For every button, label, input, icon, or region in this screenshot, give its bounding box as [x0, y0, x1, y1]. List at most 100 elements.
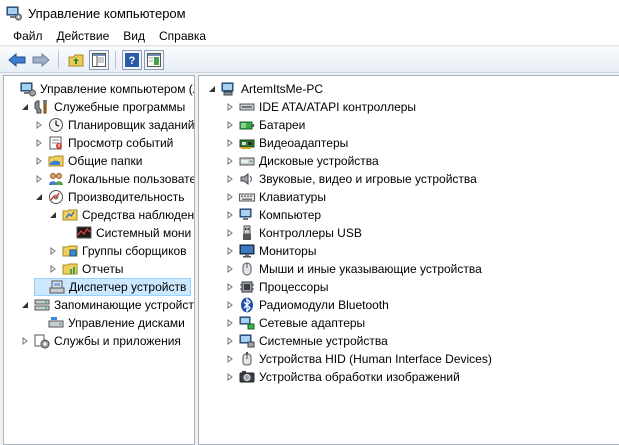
- expand-arrow-icon[interactable]: [225, 228, 235, 238]
- device-category-label: Дисковые устройства: [259, 154, 379, 168]
- tree-node[interactable]: Отчеты: [48, 260, 123, 278]
- services-icon: [34, 334, 50, 349]
- device-category[interactable]: Видеоадаптеры: [225, 134, 348, 152]
- device-category[interactable]: Системные устройства: [225, 332, 388, 350]
- collapse-arrow-icon[interactable]: [207, 84, 217, 94]
- collapse-arrow-icon[interactable]: [34, 192, 44, 202]
- device-category-label: Звуковые, видео и игровые устройства: [259, 172, 477, 186]
- collector-folder-icon: [62, 245, 78, 257]
- tree-node[interactable]: Запоминающие устройст: [20, 296, 194, 314]
- expand-arrow-icon[interactable]: [34, 156, 44, 166]
- svg-text:?: ?: [129, 55, 136, 67]
- collapse-arrow-icon[interactable]: [48, 210, 58, 220]
- tree-node[interactable]: Локальные пользовате: [34, 170, 194, 188]
- device-category[interactable]: Клавиатуры: [225, 188, 326, 206]
- tree-node[interactable]: Системный мони: [62, 224, 191, 242]
- expand-arrow-icon[interactable]: [225, 210, 235, 220]
- tree-node[interactable]: Служебные программы: [20, 98, 185, 116]
- expand-arrow-icon[interactable]: [48, 246, 58, 256]
- device-category[interactable]: Мониторы: [225, 242, 316, 260]
- device-category[interactable]: Устройства HID (Human Interface Devices): [225, 350, 492, 368]
- monitor-tools-icon: [62, 209, 78, 221]
- expand-arrow-icon[interactable]: [225, 336, 235, 346]
- expand-arrow-icon[interactable]: [225, 102, 235, 112]
- expand-arrow-icon[interactable]: [225, 138, 235, 148]
- tree-node[interactable]: Управление компьютером (л: [6, 80, 194, 98]
- expand-arrow-icon[interactable]: [34, 138, 44, 148]
- expand-arrow-icon[interactable]: [225, 282, 235, 292]
- tree-node[interactable]: Просмотр событий: [34, 134, 173, 152]
- device-category[interactable]: Устройства обработки изображений: [225, 368, 460, 386]
- expand-arrow-icon[interactable]: [225, 246, 235, 256]
- window-title: Управление компьютером: [28, 5, 186, 21]
- tree-node[interactable]: Планировщик заданий: [34, 116, 194, 134]
- forward-button[interactable]: [30, 49, 52, 71]
- toolbar: ?: [0, 47, 619, 73]
- expand-arrow-icon[interactable]: [225, 372, 235, 382]
- device-category-label: Мониторы: [259, 244, 317, 258]
- device-category[interactable]: Батареи: [225, 116, 305, 134]
- expand-arrow-icon[interactable]: [225, 354, 235, 364]
- shared-folder-icon: [48, 155, 64, 167]
- collapse-arrow-icon[interactable]: [20, 102, 30, 112]
- computer-management-icon: [6, 6, 22, 21]
- pc-icon: [221, 82, 234, 96]
- expand-arrow-icon[interactable]: [225, 156, 235, 166]
- menu-file[interactable]: Файл: [6, 29, 50, 43]
- properties-button[interactable]: [144, 49, 164, 70]
- device-category[interactable]: Компьютер: [225, 206, 321, 224]
- tree-node[interactable]: Диспетчер устройств: [34, 278, 192, 296]
- device-category[interactable]: Звуковые, видео и игровые устройства: [225, 170, 477, 188]
- sound-icon: [240, 173, 252, 185]
- device-category[interactable]: Радиомодули Bluetooth: [225, 296, 389, 314]
- expand-arrow-icon[interactable]: [48, 264, 58, 274]
- device-category[interactable]: Сетевые адаптеры: [225, 314, 365, 332]
- usb-icon: [243, 225, 251, 240]
- menu-help[interactable]: Справка: [152, 29, 213, 43]
- tree-node[interactable]: Средства наблюдени: [48, 206, 194, 224]
- expand-arrow-icon[interactable]: [225, 192, 235, 202]
- disk-management-icon: [48, 317, 64, 328]
- expand-arrow-icon[interactable]: [225, 120, 235, 130]
- keyboard-icon: [239, 193, 255, 202]
- expand-arrow-icon[interactable]: [225, 318, 235, 328]
- title-bar: Управление компьютером: [0, 0, 619, 26]
- menu-action[interactable]: Действие: [50, 29, 117, 43]
- help-button[interactable]: ?: [122, 49, 142, 70]
- tree-node-label: Служебные программы: [54, 100, 186, 114]
- device-tree-root-label: ArtemItsMe-PC: [241, 82, 324, 96]
- tree-node[interactable]: Общие папки: [34, 152, 142, 170]
- back-button[interactable]: [6, 49, 28, 71]
- expand-arrow-icon[interactable]: [225, 300, 235, 310]
- menu-view[interactable]: Вид: [116, 29, 152, 43]
- show-hide-tree-button[interactable]: [89, 49, 109, 70]
- device-category-label: Клавиатуры: [259, 190, 326, 204]
- tree-node-label: Планировщик заданий: [68, 118, 195, 132]
- tree-node-label: Группы сборщиков: [82, 244, 187, 258]
- tree-node[interactable]: Группы сборщиков: [48, 242, 187, 260]
- console-tree-pane[interactable]: Управление компьютером (л Служебные прогр…: [3, 75, 195, 445]
- imaging-icon: [239, 371, 255, 383]
- device-tree-pane[interactable]: ArtemItsMe-PC IDE ATA/ATAPI контроллеры Ба…: [198, 75, 619, 445]
- collapse-arrow-icon[interactable]: [20, 300, 30, 310]
- expand-arrow-icon[interactable]: [20, 336, 30, 346]
- tree-node[interactable]: Производительность: [34, 188, 184, 206]
- event-viewer-icon: [49, 136, 62, 150]
- device-category-label: Мыши и иные указывающие устройства: [259, 262, 482, 276]
- expand-arrow-icon[interactable]: [225, 174, 235, 184]
- expand-arrow-icon[interactable]: [34, 174, 44, 184]
- device-tree-root[interactable]: ArtemItsMe-PC: [207, 80, 323, 98]
- device-category[interactable]: Процессоры: [225, 278, 329, 296]
- expand-arrow-icon[interactable]: [225, 264, 235, 274]
- performance-icon: [49, 190, 63, 204]
- expand-arrow-icon[interactable]: [34, 120, 44, 130]
- device-category[interactable]: IDE ATA/ATAPI контроллеры: [225, 98, 416, 116]
- device-category[interactable]: Контроллеры USB: [225, 224, 362, 242]
- tree-node[interactable]: Управление дисками: [34, 314, 185, 332]
- tree-node-label: Отчеты: [82, 262, 124, 276]
- tree-node[interactable]: Службы и приложения: [20, 332, 181, 350]
- device-category[interactable]: Дисковые устройства: [225, 152, 379, 170]
- tree-node-label: Управление дисками: [68, 316, 185, 330]
- up-button[interactable]: [65, 49, 87, 71]
- device-category[interactable]: Мыши и иные указывающие устройства: [225, 260, 482, 278]
